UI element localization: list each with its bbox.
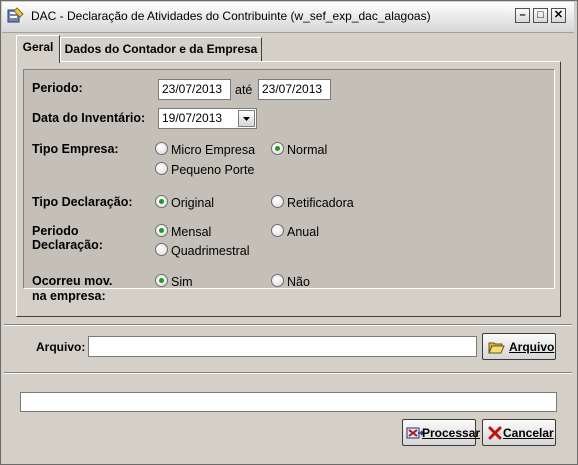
separator-top bbox=[4, 324, 572, 326]
maximize-icon: □ bbox=[537, 9, 544, 21]
cancelar-button[interactable]: Cancelar bbox=[482, 419, 556, 446]
nao-label: Não bbox=[287, 275, 310, 289]
close-icon: ✕ bbox=[553, 9, 564, 21]
normal-label: Normal bbox=[287, 143, 328, 157]
radio-normal[interactable] bbox=[271, 142, 284, 155]
ocorreu-mov-label-line1: Ocorreu mov. bbox=[32, 274, 113, 288]
maximize-button[interactable]: □ bbox=[533, 8, 548, 23]
anual-label: Anual bbox=[287, 225, 319, 239]
arquivo-button-label: Arquivo bbox=[509, 340, 555, 354]
radio-pequeno-porte[interactable] bbox=[155, 162, 168, 175]
minimize-icon: – bbox=[519, 9, 526, 21]
micro-empresa-label: Micro Empresa bbox=[171, 143, 256, 157]
inventario-value: 19/07/2013 bbox=[162, 111, 223, 125]
inventario-dropdown-button[interactable] bbox=[238, 110, 255, 127]
cancel-x-icon bbox=[488, 426, 502, 440]
periodo-ate-label: até bbox=[235, 83, 253, 97]
status-bar bbox=[20, 392, 557, 412]
form-group bbox=[23, 69, 555, 289]
tipo-empresa-label: Tipo Empresa: bbox=[32, 142, 119, 156]
mensal-label: Mensal bbox=[171, 225, 212, 239]
radio-anual[interactable] bbox=[271, 224, 284, 237]
tab-dados-contador[interactable]: Dados do Contador e da Empresa bbox=[60, 37, 262, 61]
radio-retificadora[interactable] bbox=[271, 195, 284, 208]
periodo-declaracao-label-line2: Declaração: bbox=[32, 238, 103, 252]
pequeno-porte-label: Pequeno Porte bbox=[171, 163, 255, 177]
inventario-label: Data do Inventário: bbox=[32, 111, 146, 125]
original-label: Original bbox=[171, 196, 215, 210]
app-icon bbox=[7, 7, 24, 23]
quadrimestral-label: Quadrimestral bbox=[171, 244, 250, 258]
sim-label: Sim bbox=[171, 275, 193, 289]
processar-button-label: Processar bbox=[422, 426, 481, 440]
tipo-declaracao-label: Tipo Declaração: bbox=[32, 195, 133, 209]
periodo-from-input[interactable]: 23/07/2013 bbox=[158, 79, 231, 100]
radio-sim[interactable] bbox=[155, 274, 168, 287]
minimize-button[interactable]: – bbox=[515, 8, 530, 23]
periodo-to-input[interactable]: 23/07/2013 bbox=[258, 79, 331, 100]
processar-button[interactable]: Processar bbox=[402, 419, 480, 446]
chevron-down-icon bbox=[243, 117, 250, 121]
arquivo-path-input[interactable] bbox=[88, 336, 477, 357]
periodo-label: Periodo: bbox=[32, 81, 83, 95]
retificadora-label: Retificadora bbox=[287, 196, 354, 210]
window-title: DAC - Declaração de Atividades do Contri… bbox=[31, 9, 431, 23]
radio-quadrimestral[interactable] bbox=[155, 243, 168, 256]
tab-geral[interactable]: Geral bbox=[16, 35, 60, 63]
folder-open-icon bbox=[488, 342, 505, 354]
radio-original[interactable] bbox=[155, 195, 168, 208]
close-button[interactable]: ✕ bbox=[551, 8, 566, 23]
cancelar-button-label: Cancelar bbox=[503, 426, 554, 440]
ocorreu-mov-label-line2: na empresa: bbox=[32, 289, 106, 303]
arquivo-button[interactable]: Arquivo bbox=[482, 333, 556, 360]
radio-mensal[interactable] bbox=[155, 224, 168, 237]
radio-micro-empresa[interactable] bbox=[155, 142, 168, 155]
separator-bottom bbox=[4, 372, 572, 374]
arquivo-label: Arquivo: bbox=[36, 340, 86, 354]
radio-nao[interactable] bbox=[271, 274, 284, 287]
periodo-declaracao-label-line1: Periodo bbox=[32, 224, 79, 238]
